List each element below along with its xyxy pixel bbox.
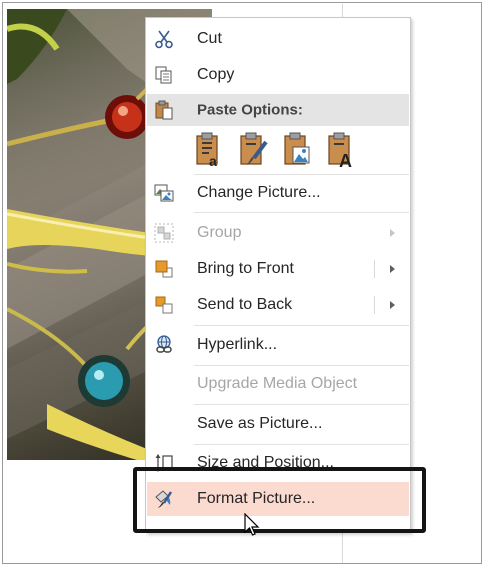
- menu-separator: [194, 365, 409, 366]
- paste-options-header: Paste Options:: [147, 94, 409, 126]
- paste-brush-icon[interactable]: [238, 130, 268, 170]
- menu-item-label: Copy: [197, 66, 235, 83]
- menu-item-save-as-picture[interactable]: Save as Picture...: [147, 407, 409, 441]
- submenu-arrow-icon[interactable]: [390, 265, 395, 273]
- paste-picture-icon[interactable]: [282, 130, 312, 170]
- split-divider: [374, 260, 375, 278]
- paste-text-only-icon[interactable]: A: [326, 130, 356, 170]
- menu-separator: [194, 174, 409, 175]
- menu-item-label: Hyperlink...: [197, 336, 278, 353]
- menu-item-send-to-back[interactable]: Send to Back: [147, 288, 409, 322]
- split-divider: [374, 296, 375, 314]
- svg-text:a: a: [209, 153, 217, 169]
- group-icon: [153, 222, 175, 244]
- menu-item-group: Group: [147, 216, 409, 250]
- menu-item-change-picture[interactable]: Change Picture...: [147, 176, 409, 210]
- copy-icon: [153, 64, 175, 86]
- change-picture-icon: [153, 182, 175, 204]
- send-to-back-icon: [153, 294, 175, 316]
- paste-icon: [153, 99, 175, 121]
- menu-item-bring-to-front[interactable]: Bring to Front: [147, 252, 409, 286]
- menu-item-label: Upgrade Media Object: [197, 375, 358, 392]
- bring-to-front-icon: [153, 258, 175, 280]
- menu-item-upgrade-media: Upgrade Media Object: [147, 367, 409, 401]
- menu-item-label: Group: [197, 224, 242, 241]
- hyperlink-icon: [153, 334, 175, 356]
- menu-item-copy[interactable]: Copy: [147, 58, 409, 92]
- menu-item-label: Save as Picture...: [197, 415, 323, 432]
- menu-separator: [194, 404, 409, 405]
- menu-item-hyperlink[interactable]: Hyperlink...: [147, 328, 409, 362]
- context-menu: Cut Copy Paste Options: a A Change Pictu…: [145, 17, 411, 533]
- menu-item-label: Send to Back: [197, 296, 293, 313]
- scissors-icon: [153, 28, 175, 50]
- menu-item-label: Bring to Front: [197, 260, 294, 277]
- menu-item-cut[interactable]: Cut: [147, 22, 409, 56]
- paste-options-label: Paste Options:: [197, 101, 303, 119]
- submenu-arrow-icon: [390, 229, 395, 237]
- menu-item-label: Cut: [197, 30, 222, 47]
- svg-text:A: A: [339, 151, 352, 170]
- paste-text-icon[interactable]: a: [194, 130, 224, 170]
- menu-separator: [194, 212, 409, 213]
- menu-separator: [194, 444, 409, 445]
- menu-item-label: Change Picture...: [197, 184, 321, 201]
- menu-separator: [194, 325, 409, 326]
- submenu-arrow-icon[interactable]: [390, 301, 395, 309]
- mouse-pointer-icon: [244, 512, 260, 537]
- annotation-highlight-box: [133, 467, 426, 533]
